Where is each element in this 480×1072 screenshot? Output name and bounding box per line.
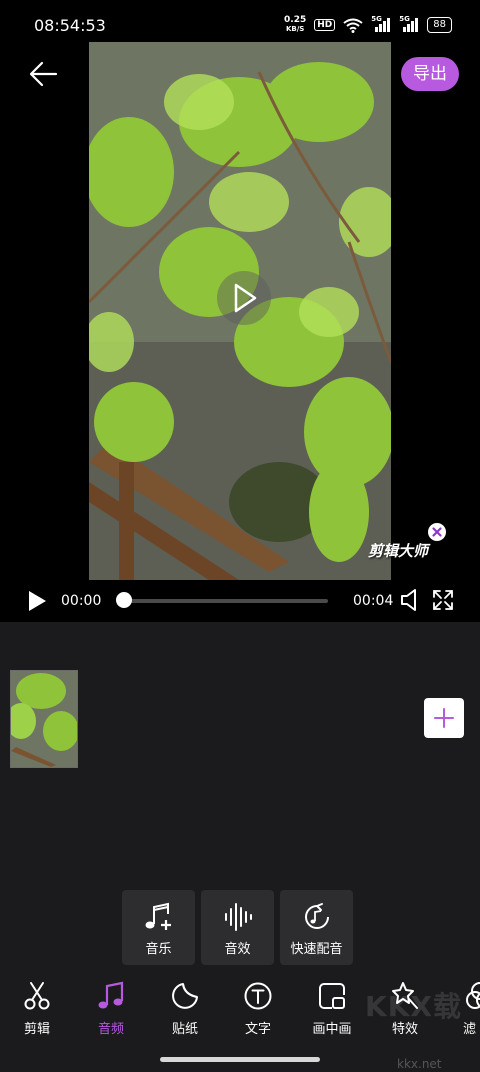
progress-knob[interactable] (116, 592, 132, 608)
site-watermark-url: kkx.net (397, 1057, 442, 1071)
progress-track[interactable] (124, 599, 328, 603)
sound-effect-label: 音效 (224, 942, 251, 957)
add-clip-button[interactable] (424, 698, 464, 738)
play-icon (29, 591, 46, 611)
nav-label-filter: 滤 (463, 1022, 477, 1037)
nav-label-sticker: 贴纸 (171, 1022, 198, 1037)
speaker-icon (401, 589, 416, 611)
signal-sim2-icon: 5G (399, 15, 419, 32)
music-note-icon (98, 981, 124, 1009)
back-button[interactable] (28, 58, 60, 90)
battery-indicator: 88 (427, 17, 452, 33)
preview-play-button[interactable] (217, 271, 271, 325)
status-icons: 0.25 KB/S HD 5G 5G 88 (284, 15, 452, 34)
watermark-close-button[interactable] (428, 523, 446, 541)
nav-label-audio: 音频 (97, 1022, 124, 1037)
status-time: 08:54:53 (34, 16, 106, 35)
close-icon (432, 527, 442, 537)
network-speed-unit: KB/S (285, 25, 305, 33)
sticker-icon (172, 983, 198, 1009)
nav-label-text: 文字 (244, 1022, 271, 1037)
network-speed: 0.25 KB/S (284, 16, 306, 34)
quick-dubbing-label: 快速配音 (290, 942, 343, 957)
sim2-label: 5G (399, 15, 410, 23)
watermark-text: 剪辑大师 (368, 542, 429, 560)
wifi-icon (343, 18, 363, 33)
duration-time: 00:04 (353, 593, 394, 609)
volume-button[interactable] (400, 588, 422, 612)
fullscreen-icon (433, 590, 453, 610)
clip-thumbnail-image (11, 671, 77, 767)
hd-badge: HD (314, 19, 336, 31)
play-button[interactable] (27, 590, 47, 612)
quick-dubbing-button[interactable]: 快速配音 (280, 890, 353, 965)
nav-item-edit[interactable]: 剪辑 (2, 975, 72, 1041)
picture-in-picture-icon (319, 983, 345, 1009)
music-label: 音乐 (145, 942, 172, 957)
music-button[interactable]: 音乐 (122, 890, 195, 965)
nav-label-pip: 画中画 (312, 1022, 352, 1037)
nav-item-text[interactable]: 文字 (223, 975, 293, 1041)
text-icon (244, 982, 272, 1010)
timeline-clip[interactable] (10, 670, 78, 768)
nav-item-sticker[interactable]: 贴纸 (150, 975, 220, 1041)
site-watermark-logo: KKX载 (365, 990, 462, 1023)
fullscreen-button[interactable] (432, 589, 454, 611)
current-time: 00:00 (61, 593, 102, 609)
arrow-left-icon (29, 61, 58, 87)
export-button[interactable]: 导出 (401, 57, 459, 91)
nav-item-audio[interactable]: 音频 (76, 975, 146, 1041)
music-add-icon (145, 902, 171, 930)
status-bar: 08:54:53 0.25 KB/S HD 5G 5G 88 (0, 0, 480, 42)
plus-icon (434, 708, 454, 728)
sound-wave-icon (225, 903, 252, 931)
filter-icon (466, 982, 480, 1009)
network-speed-value: 0.25 (284, 15, 307, 25)
home-indicator[interactable] (160, 1057, 320, 1062)
sim1-label: 5G (371, 15, 382, 23)
nav-label-edit: 剪辑 (23, 1022, 50, 1037)
sound-effect-button[interactable]: 音效 (201, 890, 274, 965)
play-icon (234, 283, 257, 313)
dubbing-icon (305, 903, 329, 929)
nav-item-pip[interactable]: 画中画 (297, 975, 367, 1041)
scissors-icon (24, 982, 50, 1010)
signal-sim1-icon: 5G (371, 15, 391, 32)
